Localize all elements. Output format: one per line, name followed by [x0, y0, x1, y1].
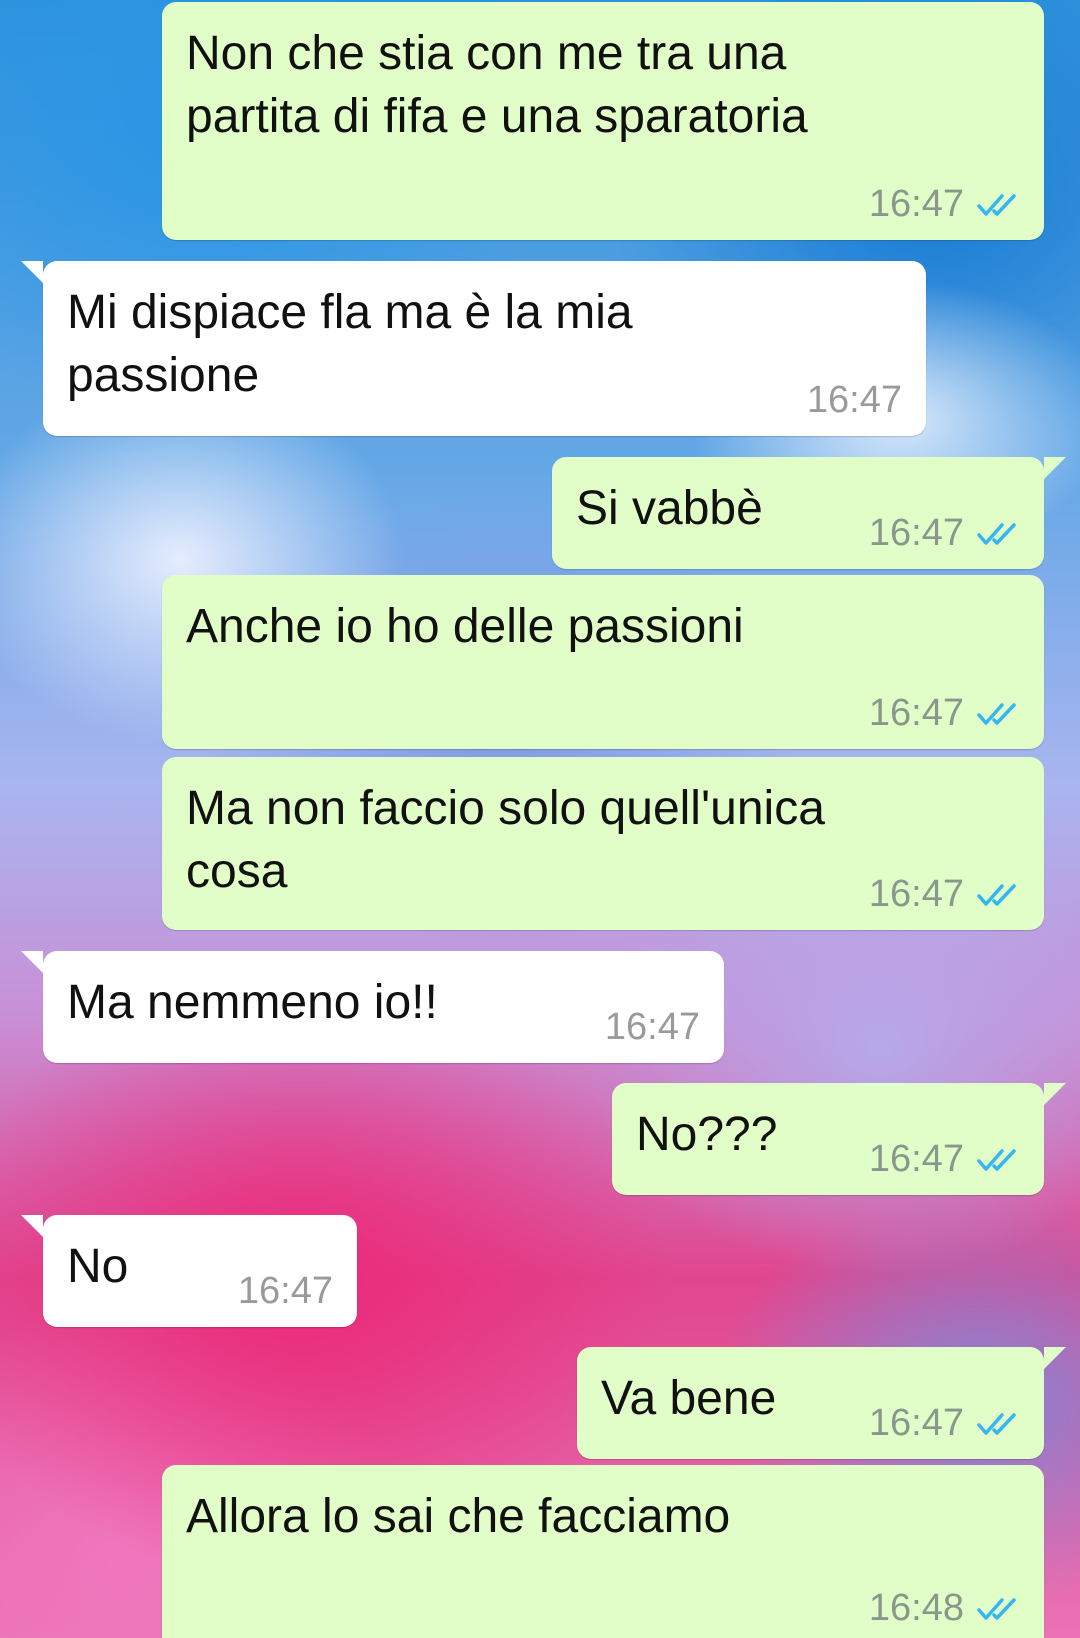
- message-meta: 16:47: [238, 1270, 333, 1313]
- message-text: Si vabbè: [576, 482, 763, 535]
- message-bubble-outgoing[interactable]: Ma non faccio solo quell'unica cosa 16:4…: [162, 757, 1044, 930]
- double-check-read-icon: [977, 702, 1016, 725]
- message-bubble-outgoing[interactable]: Allora lo sai che facciamo 16:48: [162, 1465, 1044, 1638]
- message-text: Mi dispiace fla ma è la mia passione: [67, 286, 633, 402]
- double-check-read-icon: [977, 883, 1016, 906]
- double-check-read-icon: [977, 522, 1016, 545]
- message-meta: 16:47: [869, 1402, 1020, 1445]
- message-meta: 16:47: [605, 1006, 700, 1049]
- message-text: Allora lo sai che facciamo: [186, 1490, 731, 1543]
- message-bubble-outgoing[interactable]: Si vabbè 16:47: [552, 457, 1066, 569]
- message-text: Anche io ho delle passioni: [186, 600, 744, 653]
- message-text: Ma nemmeno io!!: [67, 976, 438, 1029]
- message-timestamp: 16:47: [868, 512, 964, 554]
- bubble-tail: [1044, 457, 1066, 479]
- message-bubble-incoming[interactable]: Ma nemmeno io!! 16:47: [21, 951, 724, 1063]
- message-meta: 16:47: [807, 379, 902, 422]
- double-check-read-icon: [977, 1148, 1016, 1171]
- message-bubble-incoming[interactable]: No 16:47: [21, 1215, 357, 1327]
- message-timestamp: 16:47: [868, 692, 964, 734]
- message-text: Non che stia con me tra una partita di f…: [186, 27, 808, 143]
- message-bubble-outgoing[interactable]: Anche io ho delle passioni 16:47: [162, 575, 1044, 749]
- message-bubble-incoming[interactable]: Mi dispiace fla ma è la mia passione 16:…: [21, 261, 926, 436]
- bubble-tail: [1044, 1347, 1066, 1369]
- double-check-read-icon: [977, 1597, 1016, 1620]
- message-timestamp: 16:47: [806, 379, 902, 421]
- bubble-tail: [21, 1215, 43, 1237]
- chat-conversation: Non che stia con me tra una partita di f…: [0, 0, 1080, 1638]
- message-text: No: [67, 1240, 129, 1293]
- message-timestamp: 16:47: [237, 1270, 333, 1312]
- message-text: Va bene: [601, 1372, 777, 1425]
- message-text: No???: [636, 1108, 778, 1161]
- message-timestamp: 16:47: [868, 183, 964, 225]
- message-text: Ma non faccio solo quell'unica cosa: [186, 782, 825, 898]
- bubble-tail: [21, 261, 43, 283]
- message-meta: 16:47: [869, 692, 1020, 735]
- message-timestamp: 16:47: [868, 1138, 964, 1180]
- message-meta: 16:47: [869, 1138, 1020, 1181]
- message-bubble-outgoing[interactable]: No??? 16:47: [612, 1083, 1066, 1195]
- bubble-tail: [21, 951, 43, 973]
- message-timestamp: 16:47: [604, 1006, 700, 1048]
- message-meta: 16:47: [869, 512, 1020, 555]
- double-check-read-icon: [977, 193, 1016, 216]
- message-meta: 16:48: [869, 1587, 1020, 1630]
- message-bubble-outgoing[interactable]: Va bene 16:47: [577, 1347, 1066, 1459]
- bubble-tail: [1044, 1083, 1066, 1105]
- message-timestamp: 16:47: [868, 1402, 964, 1444]
- double-check-read-icon: [977, 1412, 1016, 1435]
- message-bubble-outgoing[interactable]: Non che stia con me tra una partita di f…: [162, 2, 1044, 240]
- message-timestamp: 16:48: [868, 1587, 964, 1629]
- message-meta: 16:47: [869, 183, 1020, 226]
- message-timestamp: 16:47: [868, 873, 964, 915]
- message-meta: 16:47: [869, 873, 1020, 916]
